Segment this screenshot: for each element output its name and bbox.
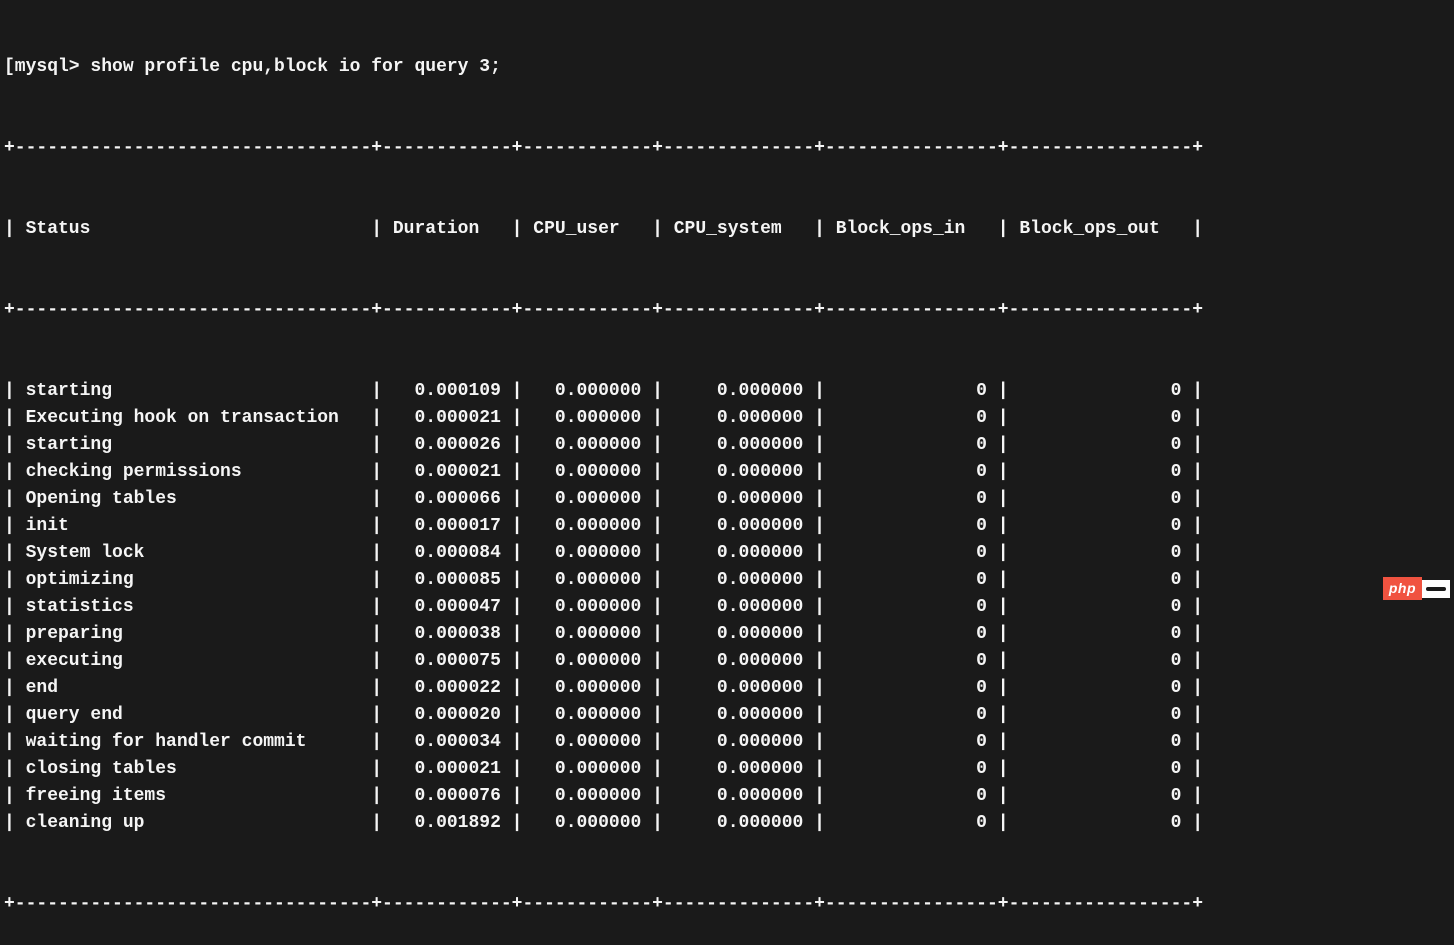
table-row: | System lock | 0.000084 | 0.000000 | 0.… <box>4 540 1450 567</box>
table-row: | query end | 0.000020 | 0.000000 | 0.00… <box>4 702 1450 729</box>
table-row: | cleaning up | 0.001892 | 0.000000 | 0.… <box>4 810 1450 837</box>
terminal-output: [mysql> show profile cpu,block io for qu… <box>0 0 1454 945</box>
table-row: | waiting for handler commit | 0.000034 … <box>4 729 1450 756</box>
table-row: | Opening tables | 0.000066 | 0.000000 |… <box>4 486 1450 513</box>
table-row: | statistics | 0.000047 | 0.000000 | 0.0… <box>4 594 1450 621</box>
prompt-line[interactable]: [mysql> show profile cpu,block io for qu… <box>4 54 1450 81</box>
table-border-top: +---------------------------------+-----… <box>4 135 1450 162</box>
watermark-icon <box>1422 580 1450 598</box>
table-row: | executing | 0.000075 | 0.000000 | 0.00… <box>4 648 1450 675</box>
table-row: | freeing items | 0.000076 | 0.000000 | … <box>4 783 1450 810</box>
table-header-row: | Status | Duration | CPU_user | CPU_sys… <box>4 216 1450 243</box>
table-row: | closing tables | 0.000021 | 0.000000 |… <box>4 756 1450 783</box>
table-row: | checking permissions | 0.000021 | 0.00… <box>4 459 1450 486</box>
watermark: php <box>1383 577 1450 600</box>
table-border-mid: +---------------------------------+-----… <box>4 297 1450 324</box>
table-row: | init | 0.000017 | 0.000000 | 0.000000 … <box>4 513 1450 540</box>
table-row: | starting | 0.000026 | 0.000000 | 0.000… <box>4 432 1450 459</box>
watermark-text: php <box>1383 577 1422 600</box>
table-border-bottom: +---------------------------------+-----… <box>4 891 1450 918</box>
table-row: | starting | 0.000109 | 0.000000 | 0.000… <box>4 378 1450 405</box>
table-row: | Executing hook on transaction | 0.0000… <box>4 405 1450 432</box>
table-row: | preparing | 0.000038 | 0.000000 | 0.00… <box>4 621 1450 648</box>
table-row: | end | 0.000022 | 0.000000 | 0.000000 |… <box>4 675 1450 702</box>
table-row: | optimizing | 0.000085 | 0.000000 | 0.0… <box>4 567 1450 594</box>
